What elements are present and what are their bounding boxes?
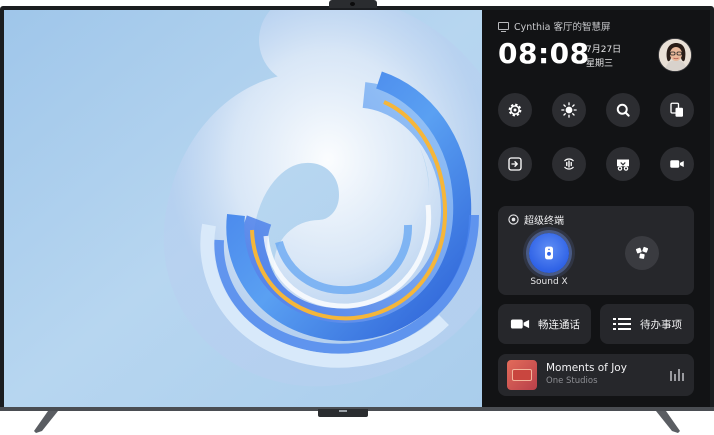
tv-icon: [498, 22, 509, 32]
device-label-sound-x: Sound X: [530, 277, 568, 287]
song-artist: One Studios: [546, 376, 598, 386]
super-device-card[interactable]: 超级终端 Sound X: [498, 206, 694, 295]
device-other[interactable]: [625, 236, 659, 270]
device-name: Cynthia 客厅的智慧屏: [514, 22, 611, 33]
target-icon: [508, 214, 519, 225]
settings-button[interactable]: [498, 93, 532, 127]
super-device-title: 超级终端: [524, 216, 564, 227]
wallpaper-image: [4, 10, 484, 407]
todo-shortcut-button[interactable]: 待办事项: [600, 304, 694, 344]
clock-time: 08:08: [498, 37, 590, 70]
song-title: Moments of Joy: [546, 362, 627, 374]
music-player-card[interactable]: Moments of Joy One Studios: [498, 354, 694, 396]
tv-stand-left: [34, 411, 58, 433]
control-panel: Cynthia 客厅的智慧屏 08:08 7月27日 星期三 超级终端 Soun…: [482, 10, 710, 407]
tv-camera: [329, 0, 377, 8]
search-button[interactable]: [606, 93, 640, 127]
avatar-portrait-icon: [659, 39, 691, 71]
projection-button[interactable]: [606, 147, 640, 181]
speaker-icon: [545, 246, 553, 260]
album-art: [507, 360, 537, 390]
video-camera-button[interactable]: [660, 147, 694, 181]
super-device-header: 超级终端: [508, 212, 564, 227]
devices-icon: [635, 246, 649, 259]
voice-button[interactable]: [552, 147, 586, 181]
search-icon: [616, 103, 630, 117]
tv-stand-right: [656, 411, 680, 433]
album-art-inner: [512, 369, 532, 381]
device-sound-x[interactable]: [529, 233, 569, 273]
user-avatar[interactable]: [658, 38, 692, 72]
voice-icon: [564, 158, 574, 170]
tv-screen: Cynthia 客厅的智慧屏 08:08 7月27日 星期三 超级终端 Soun…: [4, 10, 710, 407]
todo-label: 待办事项: [640, 318, 682, 331]
video-camera-icon: [670, 160, 684, 168]
projection-icon: [617, 159, 629, 171]
video-call-icon: [510, 319, 530, 329]
checklist-icon: [613, 318, 631, 330]
equalizer-icon[interactable]: [670, 368, 684, 381]
input-source-button[interactable]: [498, 147, 532, 181]
device-name-row[interactable]: Cynthia 客厅的智慧屏: [498, 19, 611, 33]
screen-share-button[interactable]: [660, 93, 694, 127]
brightness-button[interactable]: [552, 93, 586, 127]
weekday-text: 星期三: [586, 59, 614, 69]
gear-icon: [508, 103, 522, 117]
brightness-icon: [561, 102, 577, 118]
call-label: 畅连通话: [538, 318, 580, 331]
date-block: 7月27日 星期三: [586, 43, 621, 71]
tv-logo-mark: [339, 410, 347, 412]
screen-share-icon: [670, 102, 683, 117]
date-text: 7月27日: [586, 45, 622, 55]
input-source-icon: [508, 157, 522, 171]
camera-lens: [350, 2, 355, 6]
call-shortcut-button[interactable]: 畅连通话: [498, 304, 591, 344]
